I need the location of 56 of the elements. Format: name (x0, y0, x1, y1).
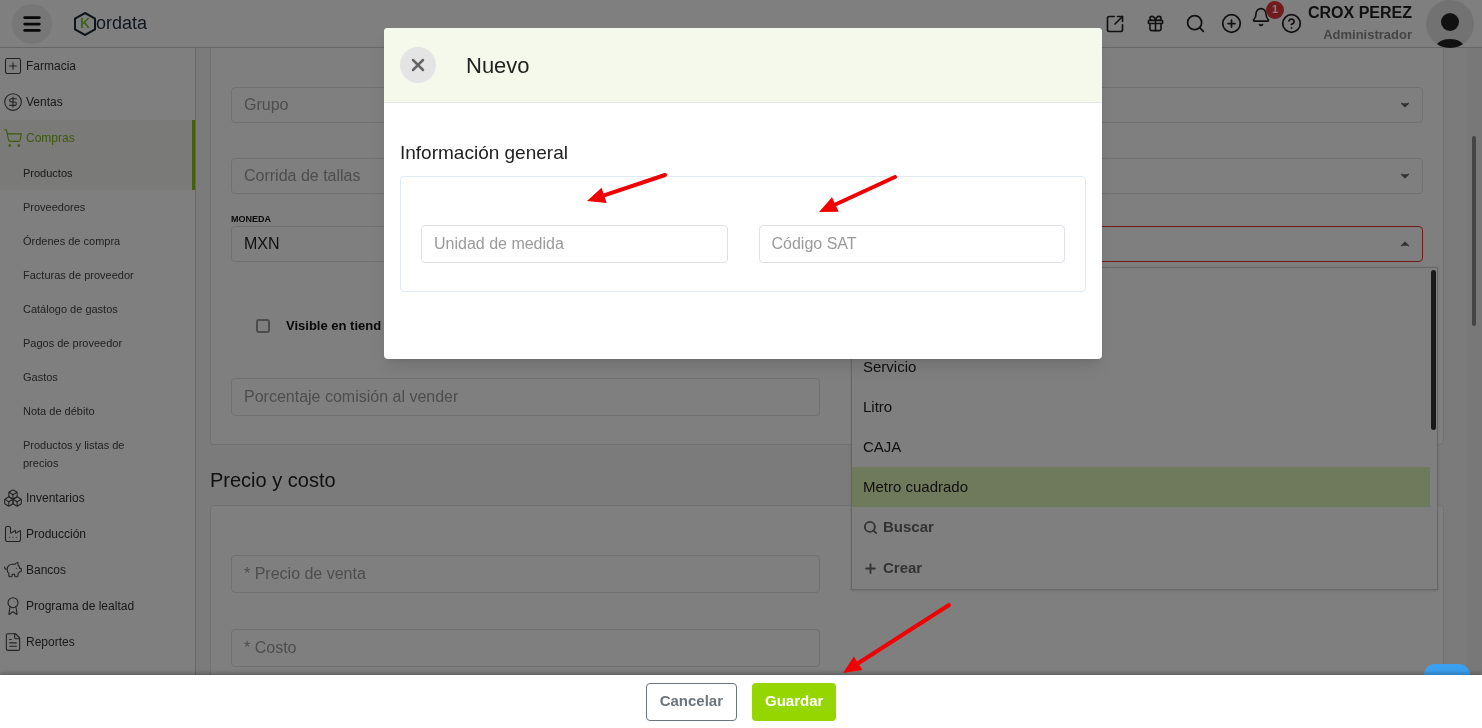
search-icon (863, 520, 878, 535)
close-button[interactable] (400, 47, 436, 83)
sidebar-subitem[interactable]: Productos y listas de precios (0, 428, 195, 480)
section-title: Información general (400, 141, 569, 165)
sidebar-item[interactable]: Inventarios (0, 480, 195, 516)
field-label: MONEDA (231, 213, 272, 226)
text-field[interactable]: Unidad de medida (421, 224, 728, 263)
scrollbar[interactable] (1431, 270, 1436, 430)
section-title: Precio y costo (210, 467, 336, 493)
checkbox[interactable] (256, 318, 270, 333)
boxes-icon (3, 488, 23, 508)
add-icon[interactable] (1221, 13, 1242, 34)
sidebar-subitem[interactable]: Nota de débito (0, 394, 195, 428)
dropdown-action[interactable]: Buscar (852, 507, 1430, 548)
sidebar-subitem[interactable]: Órdenes de compra (0, 224, 195, 258)
sidebar-item[interactable]: Programa de lealtad (0, 588, 195, 624)
factory-icon (3, 524, 23, 544)
cart-icon (3, 128, 23, 148)
sidebar-subitem[interactable]: Gastos (0, 360, 195, 394)
sidebar-subitem[interactable]: Facturas de proveedor (0, 258, 195, 292)
avatar[interactable] (1426, 0, 1474, 48)
sidebar-item[interactable]: Reportes (0, 624, 195, 660)
piggy-bank-icon (3, 560, 23, 580)
sidebar-subitem[interactable]: Pagos de proveedor (0, 326, 195, 360)
sidebar-item[interactable]: Producción (0, 516, 195, 552)
sidebar-item[interactable]: Bancos (0, 552, 195, 588)
logo-text: ordata (96, 12, 148, 35)
logo-icon: K (74, 11, 96, 36)
notification-badge: 1 (1266, 0, 1284, 19)
cancel-button[interactable]: Cancelar (645, 682, 737, 721)
sidebar-subitem[interactable]: Catálogo de gastos (0, 292, 195, 326)
menu-button[interactable] (12, 3, 52, 44)
scrollbar[interactable] (1472, 136, 1476, 326)
square-plus-icon (3, 56, 23, 76)
report-icon (3, 632, 23, 652)
sidebar-item[interactable]: Farmacia (0, 48, 195, 84)
notification-icon[interactable] (1251, 6, 1271, 27)
search-icon[interactable] (1185, 13, 1206, 34)
sidebar-subitem[interactable]: Productos (0, 156, 195, 190)
plus-icon (863, 561, 878, 576)
user-role: Administrador (1323, 25, 1412, 44)
modal-title: Nuevo (466, 51, 530, 80)
dropdown-option[interactable]: Metro cuadrado (852, 467, 1430, 507)
text-field[interactable]: Código SAT (758, 224, 1065, 263)
dropdown-option[interactable]: Servicio (852, 347, 1430, 387)
sidebar-item[interactable]: Ventas (0, 84, 195, 120)
dropdown-option[interactable]: Litro (852, 387, 1430, 427)
user-name: CROX PEREZ (1308, 2, 1412, 23)
help-icon[interactable] (1281, 13, 1302, 34)
external-link-icon[interactable] (1105, 13, 1125, 34)
dollar-icon (3, 92, 23, 112)
checkbox-label: Visible en tiend (286, 317, 382, 335)
dropdown-option[interactable]: CAJA (852, 427, 1430, 467)
sidebar-subitem[interactable]: Proveedores (0, 190, 195, 224)
gift-icon[interactable] (1146, 14, 1165, 33)
dropdown-action[interactable]: Crear (852, 548, 1430, 589)
